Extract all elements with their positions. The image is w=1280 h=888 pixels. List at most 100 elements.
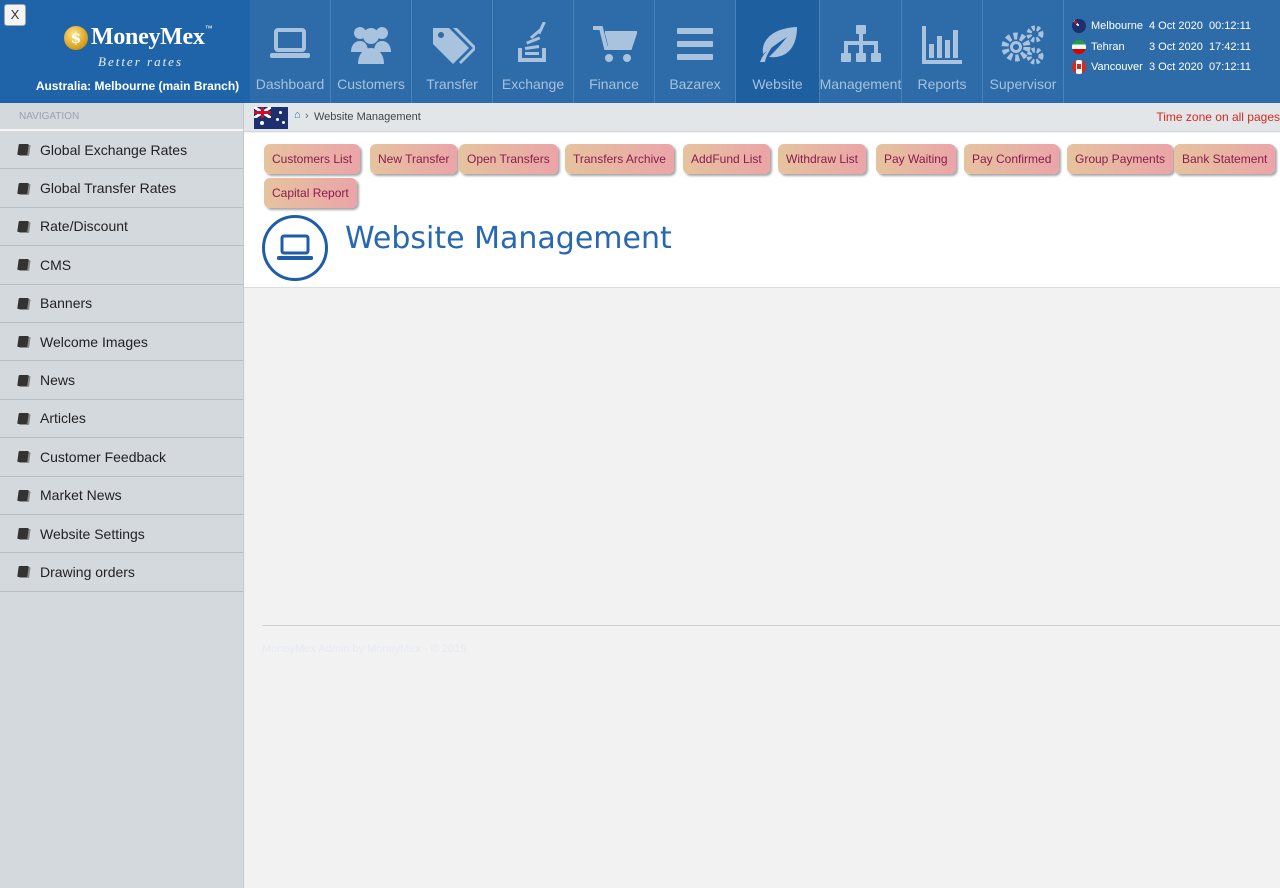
bars-icon	[670, 20, 720, 68]
sidebar-item-cms[interactable]: CMS	[0, 246, 243, 285]
logo[interactable]: $ MoneyMex ™	[64, 24, 213, 51]
group-payments-button[interactable]: Group Payments	[1067, 144, 1174, 174]
book-icon	[17, 528, 29, 540]
nav-finance-label: Finance	[589, 76, 639, 92]
stack-icon	[508, 20, 558, 68]
nav-bazarex-label: Bazarex	[669, 76, 721, 92]
nav-exchange-label: Exchange	[501, 76, 565, 92]
sidebar-item-drawing-orders[interactable]: Drawing orders	[0, 553, 243, 592]
australia-flag-icon	[254, 107, 288, 129]
top-header: $ MoneyMex ™ Better rates Australia: Mel…	[0, 0, 1280, 103]
sidebar-item-customer-feedback[interactable]: Customer Feedback	[0, 438, 243, 477]
sidebar-header: NAVIGATION	[0, 103, 243, 131]
new-transfer-button[interactable]: New Transfer	[370, 144, 458, 174]
nav-exchange[interactable]: Exchange	[493, 0, 574, 103]
bank-statement-button[interactable]: Bank Statement	[1174, 144, 1276, 174]
nav-bazarex[interactable]: Bazarex	[655, 0, 736, 103]
book-icon	[17, 566, 29, 578]
sidebar-item-welcome-images[interactable]: Welcome Images	[0, 323, 243, 362]
pay-waiting-button[interactable]: Pay Waiting	[876, 144, 956, 174]
canada-flag-icon	[1072, 60, 1086, 75]
clock-city: Tehran	[1091, 40, 1125, 53]
transfers-archive-button[interactable]: Transfers Archive	[565, 144, 674, 174]
clock-melbourne: Melbourne 4 Oct 2020 00:12:11	[1064, 16, 1280, 37]
nav-customers[interactable]: Customers	[331, 0, 412, 103]
nav-dashboard[interactable]: Dashboard	[250, 0, 331, 103]
gears-icon	[998, 20, 1048, 68]
users-icon	[346, 20, 396, 68]
sidebar-item-label: Articles	[40, 410, 86, 427]
world-clocks: Melbourne 4 Oct 2020 00:12:11 Tehran 3 O…	[1064, 16, 1280, 78]
logo-trademark: ™	[204, 24, 213, 33]
sidebar-item-label: CMS	[40, 256, 72, 273]
laptop-icon	[265, 20, 315, 68]
timezone-note[interactable]: Time zone on all pages	[1156, 110, 1280, 124]
sidebar-item-label: Banners	[40, 295, 93, 312]
home-icon[interactable]: ⌂	[294, 109, 301, 121]
open-transfers-button[interactable]: Open Transfers	[459, 144, 558, 174]
nav-management[interactable]: Management	[820, 0, 902, 103]
nav-supervisor-label: Supervisor	[989, 76, 1057, 92]
nav-website[interactable]: Website	[736, 0, 820, 103]
book-icon	[17, 297, 29, 309]
breadcrumb-current: Website Management	[314, 111, 421, 123]
bar-chart-icon	[917, 20, 967, 68]
book-icon	[17, 336, 29, 348]
nav-transfer[interactable]: Transfer	[412, 0, 493, 103]
nav-finance[interactable]: Finance	[574, 0, 655, 103]
close-button[interactable]: X	[4, 4, 26, 26]
nav-management-label: Management	[819, 76, 902, 92]
sidebar-item-label: News	[40, 372, 76, 389]
addfund-list-button[interactable]: AddFund List	[683, 144, 770, 174]
pay-confirmed-button[interactable]: Pay Confirmed	[964, 144, 1060, 174]
logo-tagline: Better rates	[98, 54, 184, 69]
nav-dashboard-label: Dashboard	[255, 76, 325, 92]
clock-date: 3 Oct 2020	[1149, 61, 1203, 74]
clock-date: 3 Oct 2020	[1149, 40, 1203, 53]
cart-icon	[589, 20, 639, 68]
content-area: MoneyMex Admin by MoneyMex - © 2019	[244, 288, 1280, 888]
sidebar: NAVIGATION Global Exchange Rates Global …	[0, 103, 244, 888]
leaf-icon	[753, 20, 803, 68]
sidebar-item-label: Rate/Discount	[40, 218, 128, 235]
book-icon	[17, 144, 29, 156]
iran-flag-icon	[1072, 39, 1086, 54]
branch-label: Australia: Melbourne (main Branch)	[35, 79, 240, 93]
brand-panel: $ MoneyMex ™ Better rates Australia: Mel…	[0, 0, 250, 103]
book-icon	[17, 489, 29, 501]
page-title: Website Management	[345, 221, 672, 256]
withdraw-list-button[interactable]: Withdraw List	[778, 144, 867, 174]
sidebar-item-label: Market News	[40, 487, 122, 504]
sidebar-item-global-exchange-rates[interactable]: Global Exchange Rates	[0, 131, 243, 170]
australia-flag-icon	[1072, 19, 1086, 34]
book-icon	[17, 259, 29, 271]
sidebar-item-news[interactable]: News	[0, 361, 243, 400]
sidebar-item-global-transfer-rates[interactable]: Global Transfer Rates	[0, 169, 243, 208]
clock-time: 07:12:11	[1209, 61, 1252, 74]
tags-icon	[427, 20, 477, 68]
sitemap-icon	[836, 20, 886, 68]
book-icon	[17, 374, 29, 386]
nav-customers-label: Customers	[337, 76, 405, 92]
sidebar-item-market-news[interactable]: Market News	[0, 477, 243, 515]
sidebar-item-label: Drawing orders	[40, 563, 135, 580]
clock-time: 17:42:11	[1209, 40, 1252, 53]
breadcrumb: ⌂ › Website Management Time zone on all …	[244, 103, 1280, 132]
book-icon	[17, 182, 29, 194]
page-header: Customers List New Transfer Open Transfe…	[244, 133, 1280, 288]
sidebar-item-website-settings[interactable]: Website Settings	[0, 515, 243, 554]
sidebar-item-banners[interactable]: Banners	[0, 285, 243, 323]
clock-city: Melbourne	[1091, 20, 1143, 33]
clock-date: 4 Oct 2020	[1149, 20, 1203, 33]
sidebar-item-label: Website Settings	[40, 525, 145, 542]
logo-name: MoneyMex	[91, 24, 205, 50]
nav-supervisor[interactable]: Supervisor	[983, 0, 1064, 103]
nav-reports[interactable]: Reports	[902, 0, 983, 103]
logo-coin-icon: $	[64, 25, 88, 50]
sidebar-item-articles[interactable]: Articles	[0, 400, 243, 439]
clock-time: 00:12:11	[1209, 20, 1252, 33]
book-icon	[17, 220, 29, 232]
customers-list-button[interactable]: Customers List	[264, 144, 361, 174]
sidebar-item-rate-discount[interactable]: Rate/Discount	[0, 208, 243, 247]
capital-report-button[interactable]: Capital Report	[264, 178, 357, 208]
